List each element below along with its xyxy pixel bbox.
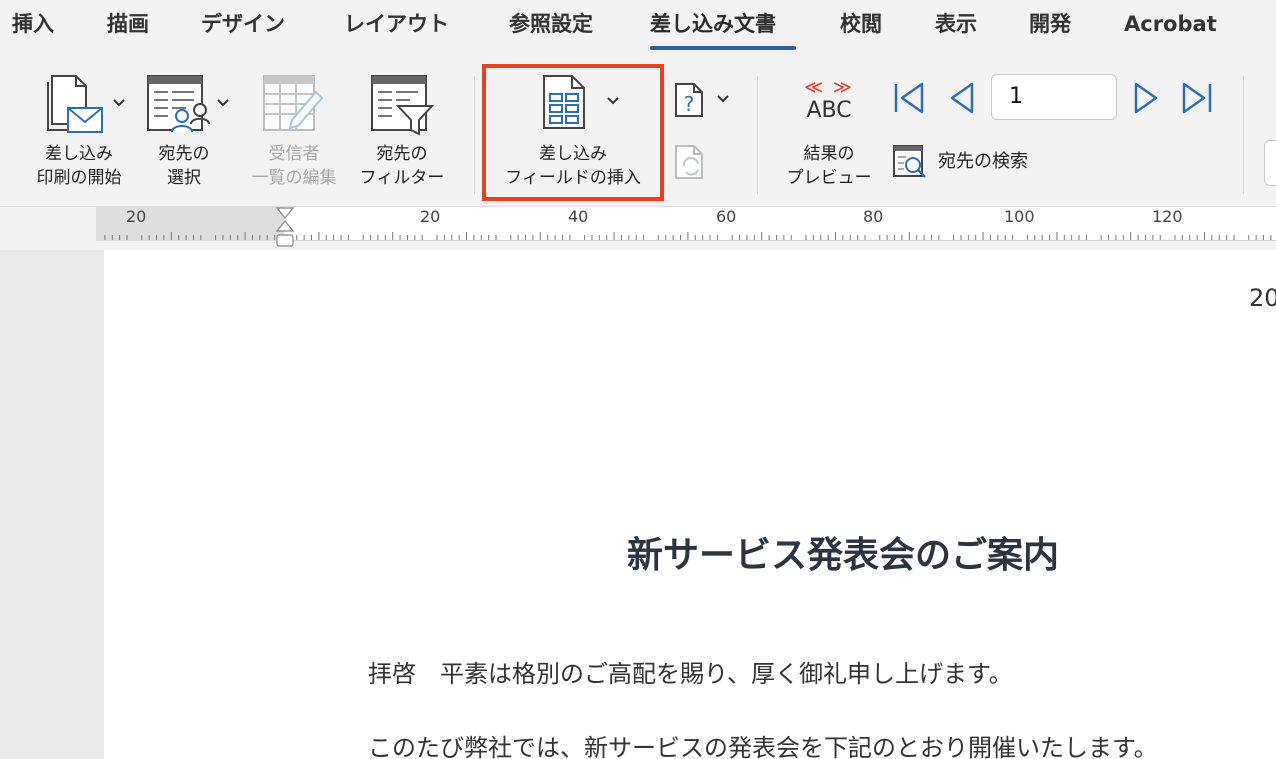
indent-marker-icon[interactable]	[274, 207, 296, 249]
horizontal-ruler[interactable]: 20 20 40 60 80 100 120	[0, 206, 1276, 250]
tab-review[interactable]: 校閲	[840, 10, 882, 38]
tab-layout[interactable]: レイアウト	[344, 10, 449, 38]
start-mail-merge-label-2: 印刷の開始	[36, 168, 122, 188]
ribbon-separator	[1243, 76, 1244, 194]
document-date-fragment: 20	[1249, 284, 1276, 312]
tab-draw[interactable]: 描画	[107, 10, 149, 38]
ruler-label: 40	[568, 207, 589, 226]
preview-results-button[interactable]: ≪ ≫ ABC 結果の プレビュー	[776, 78, 882, 192]
record-number-input[interactable]: 1	[991, 74, 1117, 120]
svg-text:?: ?	[684, 92, 695, 116]
filter-recipients-label-1: 宛先の	[376, 144, 428, 164]
document-page[interactable]: 20 新サービス発表会のご案内 拝啓 平素は格別のご高配を賜り、厚く御礼申し上げ…	[104, 250, 1276, 759]
find-recipient-label: 宛先の検索	[938, 151, 1028, 172]
chevron-down-icon[interactable]	[112, 98, 126, 108]
cut-off-control[interactable]	[1264, 140, 1276, 186]
tab-mailings[interactable]: 差し込み文書	[650, 10, 776, 38]
ruler-ticks	[104, 232, 1272, 240]
update-labels-button	[674, 144, 710, 182]
select-recipients-icon	[147, 75, 210, 133]
start-mail-merge-label-1: 差し込み	[45, 144, 113, 164]
document-paragraph-announcement: このたび弊社では、新サービスの発表会を下記のとおり開催いたします。	[368, 734, 1158, 759]
tab-developer[interactable]: 開発	[1029, 10, 1071, 38]
tab-view[interactable]: 表示	[935, 10, 977, 38]
edit-recipient-list-button: 受信者 一覧の編集	[240, 72, 344, 200]
chevron-down-icon[interactable]	[716, 94, 730, 104]
next-record-icon[interactable]	[1132, 82, 1160, 114]
ruler-label: 20	[420, 207, 441, 226]
preview-abc-icon: ABC	[806, 98, 852, 123]
document-paragraph-greeting: 拝啓 平素は格別のご高配を賜り、厚く御礼申し上げます。	[368, 660, 1013, 688]
previous-record-icon[interactable]	[948, 82, 976, 114]
select-recipients-label-2: 選択	[167, 168, 201, 188]
ribbon-separator	[757, 76, 758, 194]
edit-recipient-list-icon	[263, 75, 324, 131]
rules-button[interactable]: ?	[672, 80, 734, 120]
start-mail-merge-button[interactable]: 差し込み 印刷の開始	[28, 72, 138, 200]
ruler-label: 20	[126, 207, 147, 226]
select-recipients-button[interactable]: 宛先の 選択	[140, 72, 240, 200]
preview-results-label-1: 結果の	[803, 144, 855, 164]
ruler-label: 80	[863, 207, 884, 226]
rules-question-icon: ?	[675, 83, 703, 117]
active-tab-indicator	[650, 46, 796, 50]
preview-chevrons-icon: ≪ ≫	[804, 77, 854, 98]
preview-results-label-2: プレビュー	[786, 168, 872, 188]
ruler-label: 60	[716, 207, 737, 226]
filter-recipients-label-2: フィルター	[359, 168, 445, 188]
document-title: 新サービス発表会のご案内	[627, 535, 1060, 576]
tab-design[interactable]: デザイン	[201, 10, 285, 38]
chevron-down-icon[interactable]	[216, 98, 230, 108]
ribbon-tab-bar: 挿入 描画 デザイン レイアウト 参照設定 差し込み文書 校閲 表示 開発 Ac…	[0, 0, 1276, 54]
ribbon-separator	[474, 76, 475, 194]
tab-insert[interactable]: 挿入	[12, 10, 54, 38]
tab-references[interactable]: 参照設定	[509, 10, 593, 38]
edit-recipient-list-label-2: 一覧の編集	[251, 168, 337, 188]
first-record-icon[interactable]	[892, 82, 926, 114]
last-record-icon[interactable]	[1180, 82, 1214, 114]
highlight-annotation-box	[482, 64, 664, 201]
filter-icon	[371, 75, 434, 136]
ruler-label: 120	[1152, 207, 1183, 226]
filter-recipients-button[interactable]: 宛先の フィルター	[350, 72, 454, 200]
ruler-label: 100	[1004, 207, 1035, 226]
update-labels-icon	[675, 145, 703, 179]
tab-acrobat[interactable]: Acrobat	[1124, 10, 1217, 38]
select-recipients-label-1: 宛先の	[158, 144, 210, 164]
find-recipient-icon	[893, 145, 926, 178]
start-mail-merge-icon	[47, 75, 103, 133]
edit-recipient-list-label-1: 受信者	[268, 144, 320, 164]
